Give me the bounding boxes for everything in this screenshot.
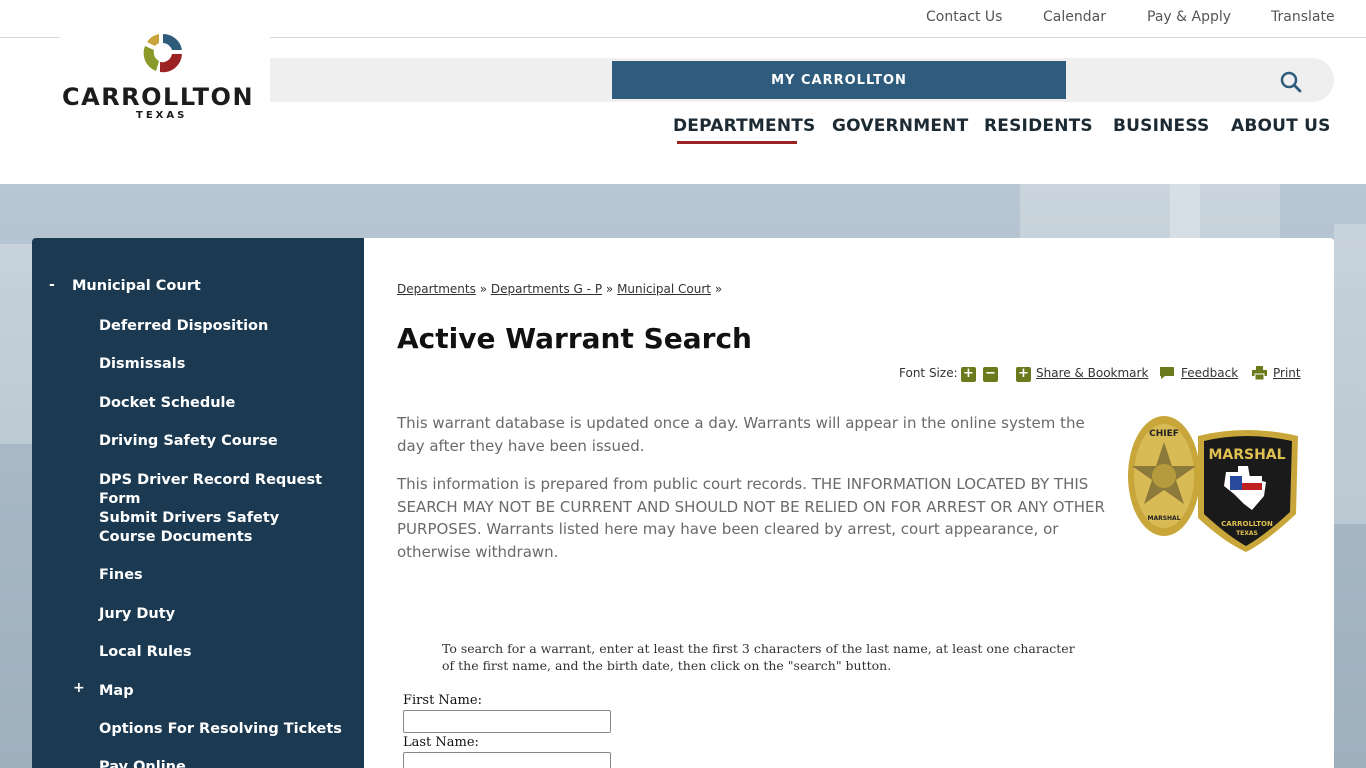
page-title: Active Warrant Search [397,322,752,355]
sidebar-item-driving-safety-course[interactable]: Driving Safety Course [99,432,278,451]
font-decrease-icon[interactable]: − [983,367,998,382]
badge-chief-bottom-text: MARSHAL [1147,515,1180,522]
sidebar-item-fines[interactable]: Fines [99,566,143,585]
sidebar-expand-toggle[interactable]: + [73,680,85,696]
translate-link[interactable]: Translate [1271,9,1335,25]
marshal-badges-image: CHIEF MARSHAL MARSHAL CARROLLTON TEXAS [1128,416,1298,552]
logo-wordmark: CARROLLTON [62,83,255,111]
feedback-link[interactable]: Feedback [1181,366,1238,380]
breadcrumb-separator: » [605,282,614,296]
calendar-link[interactable]: Calendar [1043,9,1106,25]
search-icon [1280,71,1302,92]
search-instructions: To search for a warrant, enter at least … [442,641,1075,673]
first-name-input[interactable] [403,710,611,733]
nav-about-us[interactable]: ABOUT US [1231,116,1331,136]
breadcrumb-separator: » [714,282,723,296]
main-content: Departments » Departments G - P » Munici… [364,238,1334,768]
sidebar-item-dismissals[interactable]: Dismissals [99,355,185,374]
sidebar-item-municipal-court[interactable]: Municipal Court [72,277,201,296]
carrollton-logo[interactable]: CARROLLTON TEXAS [60,28,270,124]
last-name-label: Last Name: [403,735,479,750]
badge-marshal-text: MARSHAL [1208,447,1285,463]
disclaimer-paragraph: This information is prepared from public… [397,475,1105,561]
pay-apply-link[interactable]: Pay & Apply [1147,9,1231,25]
sidebar-item-pay-online[interactable]: Pay Online [99,758,186,768]
sidebar-item-docket-schedule[interactable]: Docket Schedule [99,394,235,413]
sidebar-item-jury-duty[interactable]: Jury Duty [99,605,175,624]
search-bar: MY CARROLLTON [190,58,1334,102]
sidebar-item-options-resolving-tickets[interactable]: Options For Resolving Tickets [99,720,342,739]
share-plus-icon: + [1016,367,1031,382]
nav-government[interactable]: GOVERNMENT [832,116,968,136]
sidebar-item-submit-documents[interactable]: Submit Drivers Safety Course Documents [99,509,339,547]
font-size-label: Font Size: [899,366,958,380]
logo-subtitle: TEXAS [136,110,188,121]
breadcrumb-municipal-court[interactable]: Municipal Court [617,282,711,296]
intro-paragraph: This warrant database is updated once a … [397,414,1085,455]
breadcrumb-departments-g-p[interactable]: Departments G - P [491,282,602,296]
badge-chief-text: CHIEF [1149,429,1179,439]
breadcrumb: Departments » Departments G - P » Munici… [397,282,722,296]
nav-departments[interactable]: DEPARTMENTS [673,116,816,136]
breadcrumb-departments[interactable]: Departments [397,282,476,296]
sidebar-item-dps-driver-record[interactable]: DPS Driver Record Request Form [99,471,364,509]
badge-city-text: CARROLLTON [1221,520,1273,528]
print-icon [1252,366,1267,380]
print-link[interactable]: Print [1273,366,1301,380]
nav-business[interactable]: BUSINESS [1113,116,1210,136]
sidebar-item-map[interactable]: Map [99,682,134,701]
sidebar-nav: - Municipal Court Deferred Disposition D… [32,238,364,768]
contact-us-link[interactable]: Contact Us [926,9,1002,25]
share-bookmark-link[interactable]: Share & Bookmark [1036,366,1148,380]
sidebar-collapse-toggle[interactable]: - [49,277,55,293]
badge-state-text: TEXAS [1236,530,1258,537]
last-name-input[interactable] [403,752,611,768]
first-name-label: First Name: [403,693,482,708]
font-increase-icon[interactable]: + [961,367,976,382]
feedback-icon [1160,367,1174,379]
nav-residents[interactable]: RESIDENTS [984,116,1093,136]
sidebar-item-local-rules[interactable]: Local Rules [99,643,192,662]
nav-active-underline [677,141,797,144]
logo-swirl-icon [143,33,182,73]
search-button[interactable] [1278,70,1304,96]
breadcrumb-separator: » [479,282,488,296]
sidebar-item-deferred-disposition[interactable]: Deferred Disposition [99,317,268,336]
my-carrollton-button[interactable]: MY CARROLLTON [612,61,1066,99]
